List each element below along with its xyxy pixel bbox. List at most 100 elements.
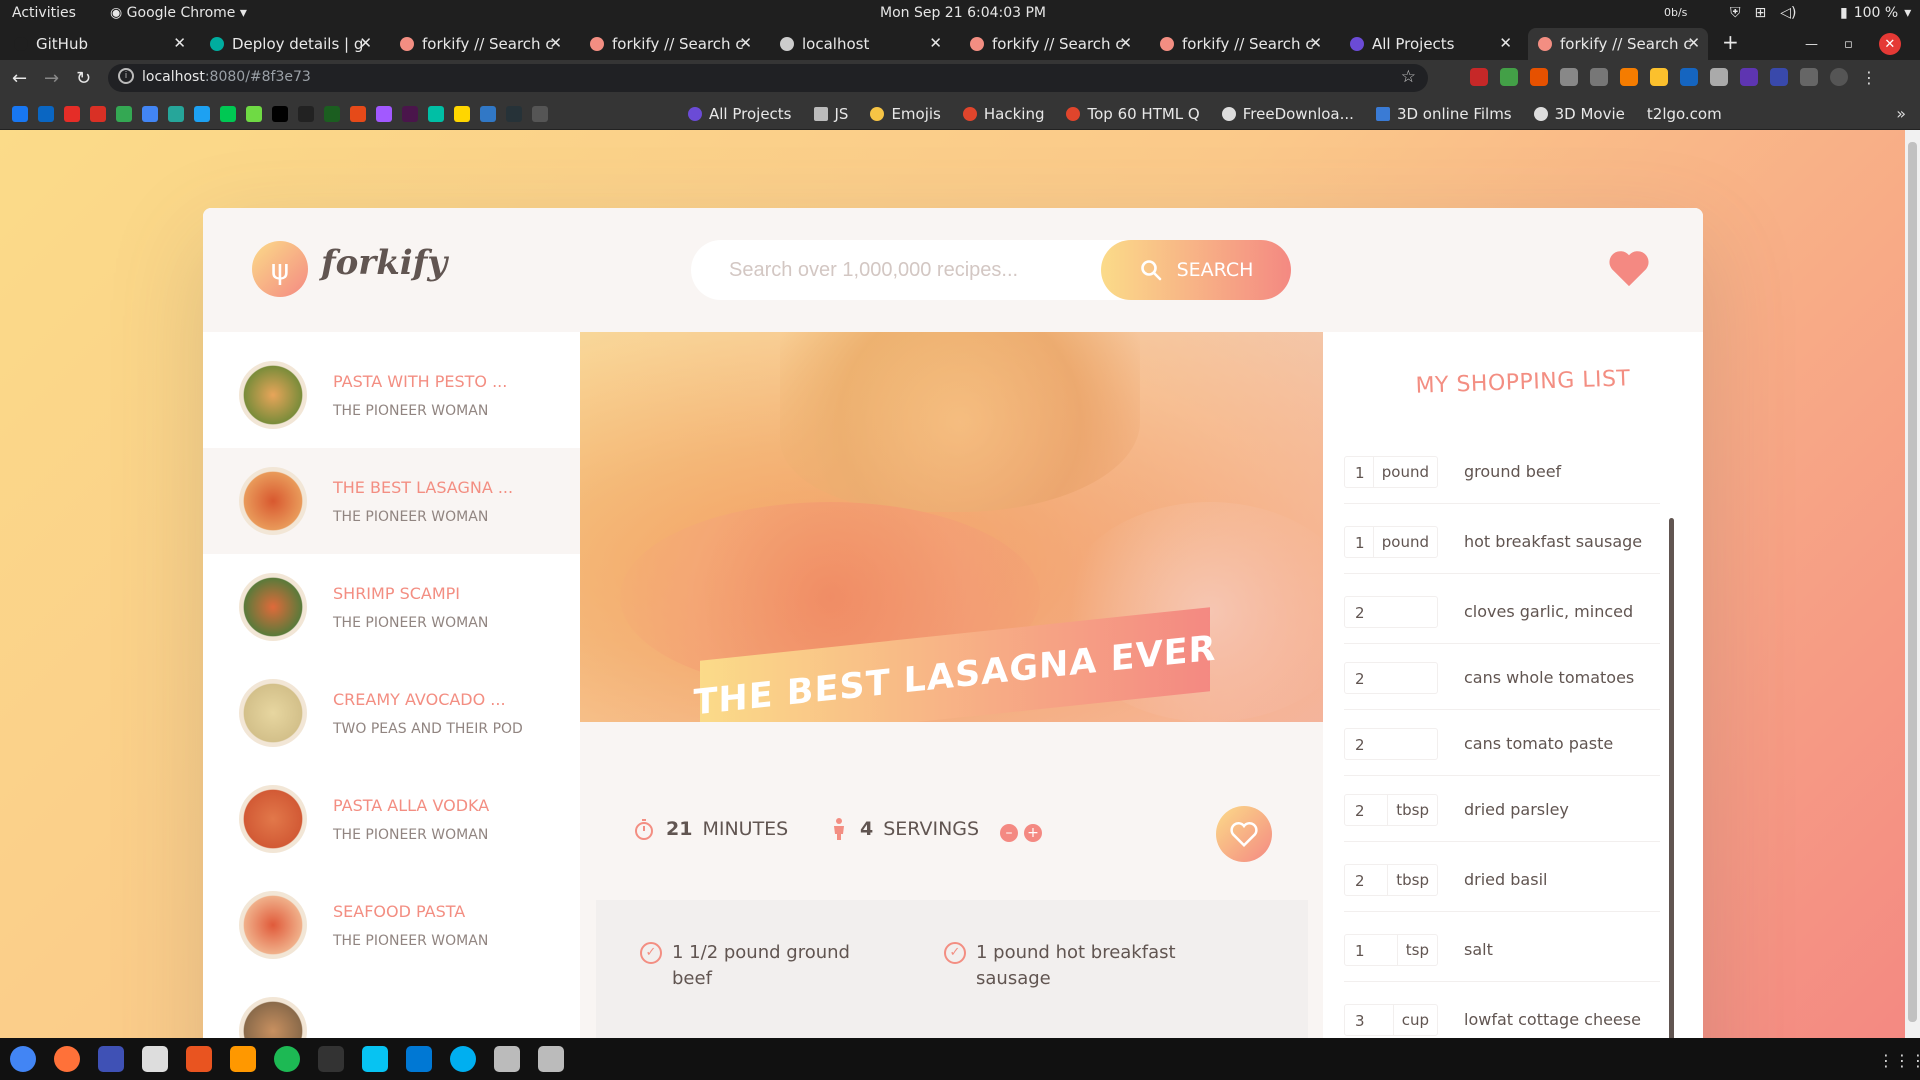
bookmark-icon[interactable]	[324, 106, 340, 122]
tab[interactable]: Deploy details | g ✕	[200, 28, 380, 60]
count-input[interactable]: 2 tbsp	[1344, 864, 1438, 896]
chrome-icon[interactable]	[10, 1046, 36, 1072]
linkedin-icon[interactable]	[38, 106, 54, 122]
facebook-icon[interactable]	[12, 106, 28, 122]
extension-icon[interactable]	[1500, 68, 1518, 86]
extension-icon[interactable]	[1470, 68, 1488, 86]
upwork-icon[interactable]	[246, 106, 262, 122]
slack-icon[interactable]	[402, 106, 418, 122]
forward-arrow-icon[interactable]: →	[44, 68, 59, 89]
reload-icon[interactable]: ↻	[76, 68, 91, 89]
close-icon[interactable]: ✕	[1499, 34, 1512, 52]
extension-icon[interactable]	[1680, 68, 1698, 86]
tab[interactable]: GitHub ✕	[4, 28, 194, 60]
url-text[interactable]: localhost:8080/#8f3e73	[142, 69, 311, 85]
vscode-icon[interactable]	[406, 1046, 432, 1072]
count-input[interactable]: 1 pound	[1344, 526, 1438, 558]
maximize-button[interactable]: ▫	[1844, 37, 1853, 52]
extension-icon[interactable]	[1560, 68, 1578, 86]
bookmark-icon[interactable]	[168, 106, 184, 122]
count-input[interactable]: 2 tbsp	[1344, 794, 1438, 826]
count-input[interactable]: 1 pound	[1344, 456, 1438, 488]
tab[interactable]: forkify // Search c ✕	[1150, 28, 1330, 60]
bookmark-link[interactable]: All Projects	[688, 105, 792, 123]
app-icon[interactable]	[494, 1046, 520, 1072]
close-icon[interactable]: ✕	[173, 34, 186, 52]
show-apps-icon[interactable]: ⋮⋮⋮	[1878, 1051, 1920, 1077]
close-icon[interactable]: ✕	[1309, 34, 1322, 52]
heart-icon[interactable]	[1607, 248, 1651, 288]
files-icon[interactable]	[142, 1046, 168, 1072]
result-item[interactable]: PASTA ALLA VODKA THE PIONEER WOMAN	[203, 766, 580, 872]
system-tray[interactable]: ⛨ ⊞ ◁)	[1730, 5, 1796, 21]
search-input[interactable]	[691, 240, 1111, 300]
bookmark-icon[interactable]	[298, 106, 314, 122]
bookmark-icon[interactable]	[220, 106, 236, 122]
battery-indicator[interactable]: ▮ 100 % ▾	[1840, 5, 1911, 21]
minimize-button[interactable]: —	[1805, 37, 1818, 52]
address-bar[interactable]: i localhost:8080/#8f3e73 ☆	[108, 64, 1428, 92]
close-icon[interactable]: ✕	[929, 34, 942, 52]
extension-icon[interactable]	[1770, 68, 1788, 86]
chevron-right-icon[interactable]: »	[1896, 104, 1906, 123]
extension-icon[interactable]	[1710, 68, 1728, 86]
count-input[interactable]: 2	[1344, 596, 1438, 628]
close-window-button[interactable]: ✕	[1878, 33, 1901, 55]
activities-button[interactable]: Activities	[12, 5, 76, 21]
extension-icon[interactable]	[1590, 68, 1608, 86]
close-icon[interactable]: ✕	[359, 34, 372, 52]
clock[interactable]: Mon Sep 21 6:04:03 PM	[880, 5, 1046, 21]
firefox-icon[interactable]	[54, 1046, 80, 1072]
increase-servings-button[interactable]: +	[1024, 824, 1042, 842]
app-icon[interactable]	[538, 1046, 564, 1072]
dev-icon[interactable]	[272, 106, 288, 122]
bookmark-icon[interactable]	[454, 106, 470, 122]
new-tab-button[interactable]: +	[1722, 30, 1739, 54]
bookmark-folder[interactable]: JS	[813, 105, 848, 123]
bookmark-link[interactable]: Hacking	[962, 105, 1044, 123]
webstorm-icon[interactable]	[362, 1046, 388, 1072]
result-item[interactable]	[203, 978, 580, 1038]
puzzle-icon[interactable]	[1800, 68, 1818, 86]
count-input[interactable]: 1 tsp	[1344, 934, 1438, 966]
extension-icon[interactable]	[1740, 68, 1758, 86]
result-item[interactable]: CREAMY AVOCADO ... TWO PEAS AND THEIR POD	[203, 660, 580, 766]
bookmark-star-icon[interactable]: ☆	[1401, 67, 1416, 87]
back-arrow-icon[interactable]: ←	[12, 68, 27, 89]
info-icon[interactable]: i	[118, 68, 134, 84]
more-menu-icon[interactable]: ⋮	[1860, 68, 1878, 87]
bookmark-link[interactable]: 3D online Films	[1375, 105, 1512, 123]
close-icon[interactable]: ✕	[549, 34, 562, 52]
result-item[interactable]: SHRIMP SCAMPI THE PIONEER WOMAN	[203, 554, 580, 660]
bookmark-icon[interactable]	[506, 106, 522, 122]
fork-knife-icon[interactable]: ψ	[252, 241, 308, 297]
spotify-icon[interactable]	[274, 1046, 300, 1072]
bookmark-link[interactable]: 3D Movie	[1533, 105, 1625, 123]
app-icon[interactable]	[98, 1046, 124, 1072]
page-scrollbar[interactable]	[1905, 130, 1920, 1038]
bookmark-link[interactable]: Emojis	[870, 105, 941, 123]
youtube-icon[interactable]	[64, 106, 80, 122]
search-button[interactable]: SEARCH	[1101, 240, 1291, 300]
tab[interactable]: forkify // Search c ✕	[960, 28, 1140, 60]
extension-icon[interactable]	[1650, 68, 1668, 86]
bookmark-link[interactable]: Top 60 HTML Q	[1066, 105, 1200, 123]
tab[interactable]: All Projects ✕	[1340, 28, 1520, 60]
count-input[interactable]: 2	[1344, 662, 1438, 694]
close-icon[interactable]: ✕	[1687, 34, 1700, 52]
count-input[interactable]: 3 cup	[1344, 1004, 1438, 1036]
tab[interactable]: localhost ✕	[770, 28, 950, 60]
skype-icon[interactable]	[450, 1046, 476, 1072]
avatar[interactable]	[1830, 68, 1848, 86]
terminal-icon[interactable]	[318, 1046, 344, 1072]
maps-icon[interactable]	[116, 106, 132, 122]
result-item[interactable]: SEAFOOD PASTA THE PIONEER WOMAN	[203, 872, 580, 978]
scrollbar-thumb[interactable]	[1908, 142, 1917, 1022]
extension-icon[interactable]	[1530, 68, 1548, 86]
twitter-icon[interactable]	[194, 106, 210, 122]
bookmark-recipe-button[interactable]	[1216, 806, 1272, 862]
software-icon[interactable]	[186, 1046, 212, 1072]
bookmark-link[interactable]: t2lgo.com	[1647, 105, 1722, 123]
app-logo-text[interactable]: forkify	[321, 243, 447, 283]
result-item[interactable]: PASTA WITH PESTO ... THE PIONEER WOMAN	[203, 342, 580, 448]
